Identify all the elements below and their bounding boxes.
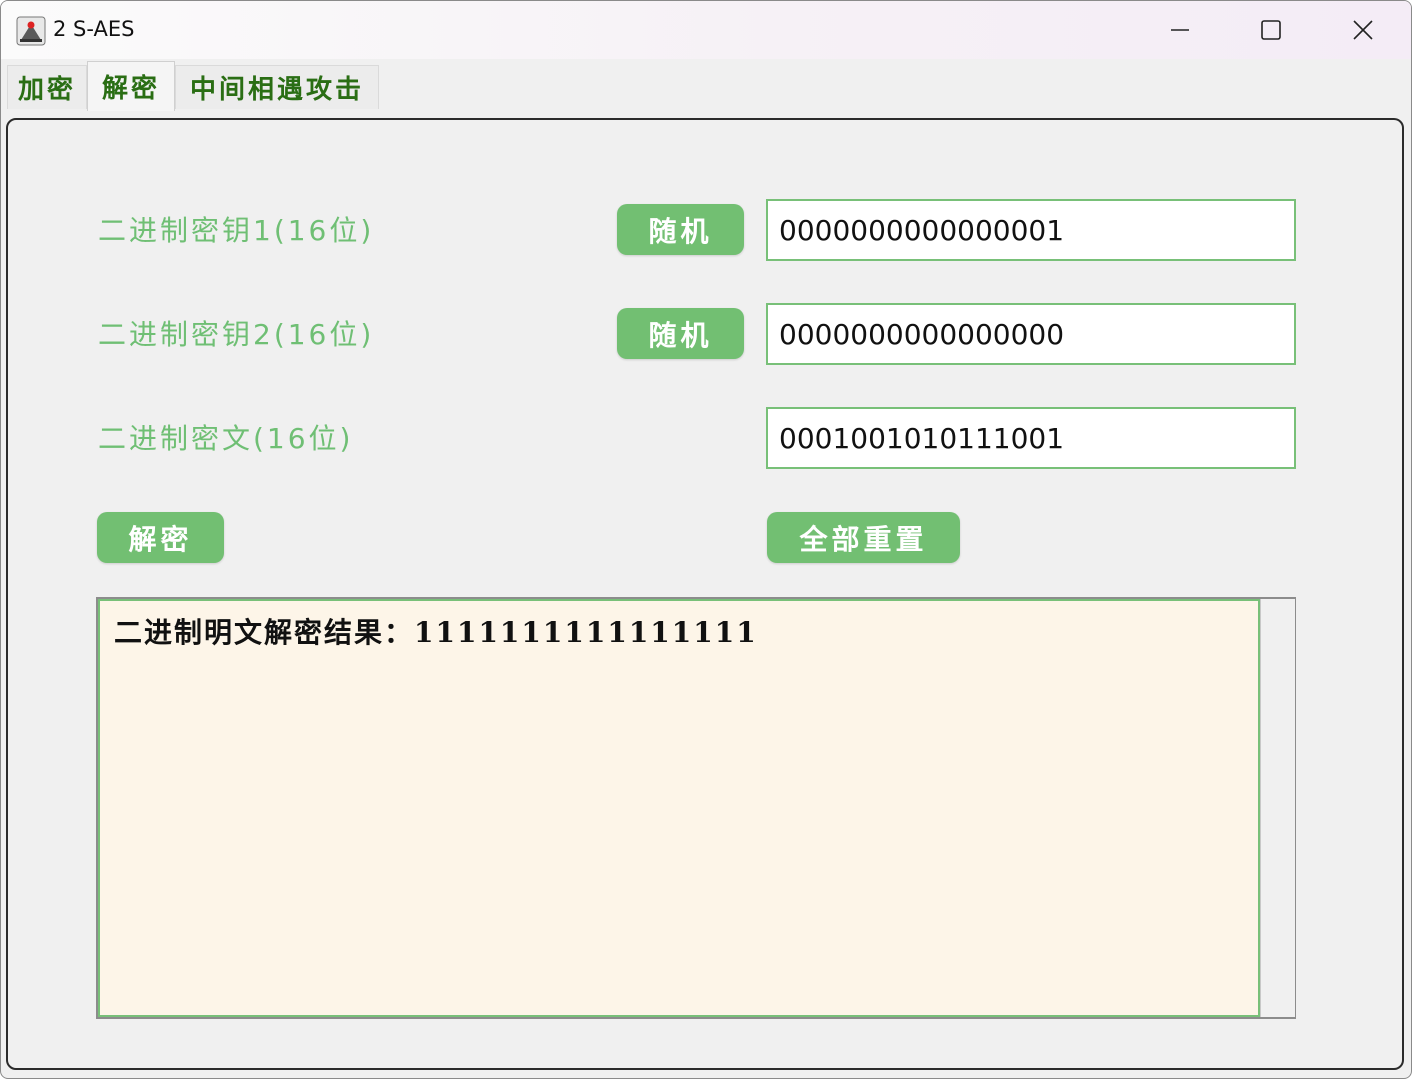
ciphertext-input[interactable]: 0001001010111001 bbox=[766, 407, 1296, 469]
maximize-button[interactable] bbox=[1249, 11, 1293, 49]
tab-decrypt[interactable]: 解密 bbox=[87, 61, 175, 111]
key1-input[interactable]: 0000000000000001 bbox=[766, 199, 1296, 261]
key2-input[interactable]: 0000000000000000 bbox=[766, 303, 1296, 365]
key1-random-button[interactable]: 随机 bbox=[617, 204, 744, 255]
decrypt-button[interactable]: 解密 bbox=[97, 512, 224, 563]
window-title: 2 S-AES bbox=[53, 17, 135, 41]
title-bar: 2 S-AES bbox=[1, 1, 1411, 59]
tab-encrypt[interactable]: 加密 bbox=[7, 65, 87, 109]
close-button[interactable] bbox=[1341, 11, 1385, 49]
key2-random-button[interactable]: 随机 bbox=[617, 308, 744, 359]
ciphertext-label: 二进制密文(16位) bbox=[98, 422, 354, 455]
output-scroll-pane: 二进制明文解密结果：1111111111111111 bbox=[96, 597, 1296, 1019]
close-icon bbox=[1352, 19, 1374, 41]
minimize-button[interactable] bbox=[1158, 11, 1202, 49]
tab-bar: 加密 解密 中间相遇攻击 bbox=[1, 59, 1411, 111]
app-window: 2 S-AES 加密 解密 中间相遇攻击 二进制密钥1(16位) 随机 0000… bbox=[0, 0, 1412, 1079]
output-textarea[interactable]: 二进制明文解密结果：1111111111111111 bbox=[98, 599, 1260, 1017]
maximize-icon bbox=[1260, 19, 1282, 41]
minimize-icon bbox=[1169, 19, 1191, 41]
reset-all-button[interactable]: 全部重置 bbox=[767, 512, 960, 563]
java-app-icon bbox=[16, 16, 46, 46]
tab-meet-in-the-middle-attack[interactable]: 中间相遇攻击 bbox=[175, 65, 379, 109]
key1-label: 二进制密钥1(16位) bbox=[98, 214, 375, 247]
vertical-scrollbar[interactable] bbox=[1260, 599, 1295, 1017]
key2-label: 二进制密钥2(16位) bbox=[98, 318, 375, 351]
